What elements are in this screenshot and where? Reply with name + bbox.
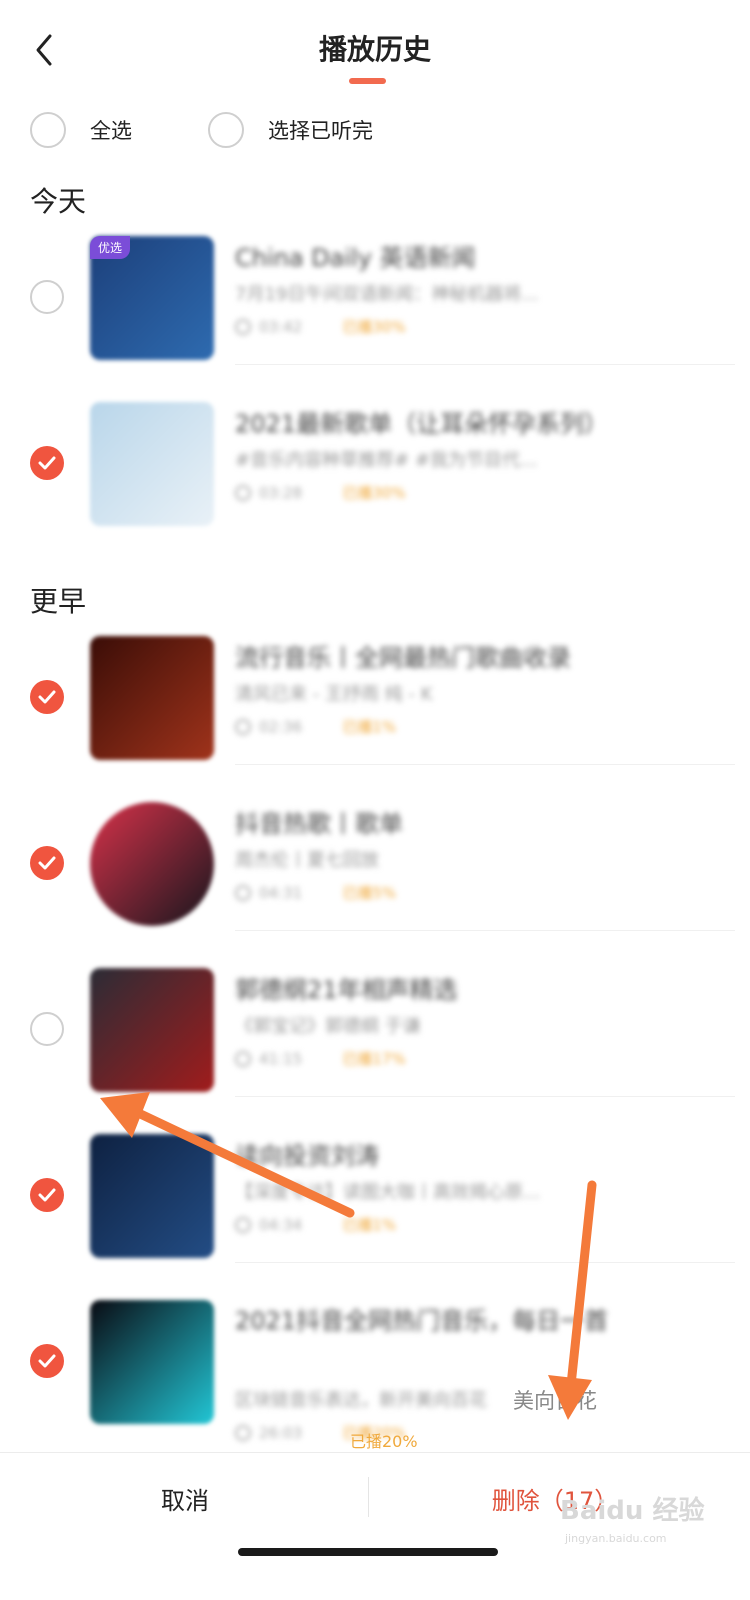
select-finished-label: 选择已听完 [268,119,373,143]
item-subtitle: 清风已来 - 王抒雨 纯 - K [235,684,433,705]
history-item[interactable]: 2021最新歌单（让耳朵怀孕系列） #音乐内容种草推荐# #我为节目代... 03:… [0,394,750,534]
item-meta: 04:34 已播1% [235,1214,725,1235]
checkmark-icon [38,1354,56,1368]
select-all-label: 全选 [90,119,132,143]
item-title: China Daily 英语新闻 [235,244,476,272]
played-overlay: 已播20% [350,1432,418,1451]
clock-icon [235,318,251,335]
watermark-url: jingyan.baidu.com [565,1532,667,1545]
checked-checkbox[interactable] [30,1344,64,1378]
checkmark-icon [38,690,56,704]
home-indicator [238,1548,498,1556]
checkmark-icon [38,456,56,470]
item-info: 抖音热歌丨歌单周杰伦丨夏七回放 04:31 已播5% [235,804,725,903]
album-cover[interactable] [90,402,214,526]
item-info: 2021最新歌单（让耳朵怀孕系列） #音乐内容种草推荐# #我为节目代... 03:… [235,404,725,503]
item-subtitle: 7月19日午间双语新闻：神秘机器将... [235,284,539,305]
item-duration: 41:15 [259,1049,303,1068]
clock-icon [235,884,251,901]
item-meta: 26:03 已播20% [235,1422,725,1443]
item-title: 流行音乐丨全网最热门歌曲收录 [235,644,571,672]
checked-checkbox[interactable] [30,446,64,480]
item-meta: 02:36 已播1% [235,716,725,737]
checkmark-icon [38,1188,56,1202]
select-all-option[interactable]: 全选 [30,110,132,150]
album-cover[interactable] [90,1300,214,1424]
clock-icon [235,718,251,735]
item-subtitle: 《郭宝记》郭德纲 于谦 [235,1016,421,1037]
album-cover[interactable] [90,802,214,926]
item-meta: 04:31 已播5% [235,882,725,903]
history-item[interactable]: 优选 China Daily 英语新闻 7月19日午间双语新闻：神秘机器将... 03… [0,228,750,368]
checked-checkbox[interactable] [30,680,64,714]
item-played-progress: 已播30% [342,318,406,336]
section-earlier: 更早 [30,585,87,618]
item-subtitle: 周杰伦丨夏七回放 [235,850,379,871]
item-duration: 03:42 [259,317,303,336]
checked-checkbox[interactable] [30,846,64,880]
item-subtitle: 【深度专访】读图大咖丨高效揭心原... [235,1182,541,1203]
history-item[interactable]: 读向投资刘涛【深度专访】读图大咖丨高效揭心原... 04:34 已播1% [0,1126,750,1266]
checkmark-icon [38,856,56,870]
overlay-text: 美向百花 [513,1389,597,1413]
item-info: 郭德纲21年相声精选《郭宝记》郭德纲 于谦 41:15 已播17% [235,970,725,1069]
featured-badge: 优选 [90,236,131,259]
item-info: China Daily 英语新闻 7月19日午间双语新闻：神秘机器将... 03:4… [235,238,725,337]
selection-bar: 全选 选择已听完 [0,110,750,152]
section-today: 今天 [30,185,87,218]
item-played-progress: 已播17% [342,1050,406,1068]
item-duration: 04:34 [259,1215,303,1234]
item-played-progress: 已播1% [342,718,397,736]
unchecked-checkbox[interactable] [30,280,64,314]
item-played-progress: 已播5% [342,884,397,902]
item-subtitle: #音乐内容种草推荐# #我为节目代... [235,450,538,471]
clock-icon [235,1050,251,1067]
select-finished-option[interactable]: 选择已听完 [208,110,373,150]
item-meta: 03:42 已播30% [235,316,725,337]
item-meta: 03:28 已播30% [235,482,725,503]
item-title: 2021抖音全网热门音乐，每日一首 [235,1307,609,1335]
watermark-brand: Baidu 经验 [560,1496,705,1526]
item-separator [235,1096,735,1097]
item-played-progress: 已播1% [342,1216,397,1234]
cancel-button[interactable]: 取消 [0,1481,370,1516]
header: 播放历史 [0,0,750,100]
unchecked-checkbox[interactable] [30,1012,64,1046]
item-separator [235,364,735,365]
history-item[interactable]: 流行音乐丨全网最热门歌曲收录清风已来 - 王抒雨 纯 - K 02:36 已播1% [0,628,750,768]
action-divider [368,1477,369,1517]
item-duration: 04:31 [259,883,303,902]
item-duration: 02:36 [259,717,303,736]
item-separator [235,764,735,765]
item-meta: 41:15 已播17% [235,1048,725,1069]
item-info: 流行音乐丨全网最热门歌曲收录清风已来 - 王抒雨 纯 - K 02:36 已播1% [235,638,725,737]
album-cover[interactable] [90,968,214,1092]
history-item[interactable]: 2021抖音全网热门音乐，每日一首区块链音乐表达，新开美向百花 26:03 已播20… [0,1292,750,1442]
item-subtitle: 区块链音乐表达，新开美向百花 [235,1390,487,1411]
item-info: 读向投资刘涛【深度专访】读图大咖丨高效揭心原... 04:34 已播1% [235,1136,725,1235]
page-title: 播放历史 [318,33,431,66]
item-played-progress: 已播30% [342,484,406,502]
select-finished-radio[interactable] [208,112,244,148]
clock-icon [235,484,251,501]
clock-icon [235,1424,251,1441]
album-cover[interactable] [90,1134,214,1258]
item-title: 读向投资刘涛 [235,1142,379,1170]
clock-icon [235,1216,251,1233]
item-duration: 03:28 [259,483,303,502]
item-duration: 26:03 [259,1423,303,1442]
item-info: 2021抖音全网热门音乐，每日一首区块链音乐表达，新开美向百花 26:03 已播20… [235,1302,725,1443]
title-underline [349,78,386,84]
checked-checkbox[interactable] [30,1178,64,1212]
item-separator [235,930,735,931]
item-title: 抖音热歌丨歌单 [235,810,403,838]
item-title: 郭德纲21年相声精选 [235,976,458,1004]
album-cover[interactable] [90,636,214,760]
item-title: 2021最新歌单（让耳朵怀孕系列） [235,410,609,438]
history-item[interactable]: 抖音热歌丨歌单周杰伦丨夏七回放 04:31 已播5% [0,794,750,934]
item-separator [235,1262,735,1263]
select-all-radio[interactable] [30,112,66,148]
history-item[interactable]: 郭德纲21年相声精选《郭宝记》郭德纲 于谦 41:15 已播17% [0,960,750,1100]
